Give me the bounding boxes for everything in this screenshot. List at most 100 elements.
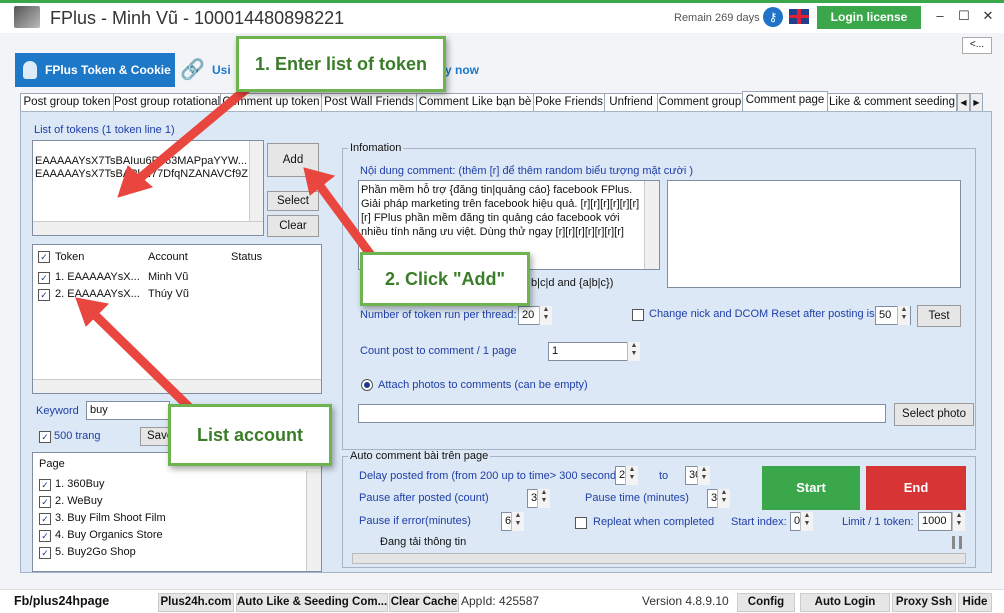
threads-spinner[interactable]: ▲ ▼ <box>539 306 552 325</box>
dcom-checkbox[interactable] <box>632 309 644 321</box>
page-2: 2. WeBuy <box>55 495 103 507</box>
login-license-button[interactable]: Login license <box>817 6 921 29</box>
repeat-checkbox[interactable] <box>575 517 587 529</box>
keyword-input[interactable]: buy <box>86 401 170 420</box>
page-vscroll[interactable] <box>306 471 321 571</box>
page-3: 3. Buy Film Shoot Film <box>55 512 166 524</box>
page-4-checkbox[interactable]: ✓ <box>39 530 51 542</box>
app-icon <box>14 6 40 28</box>
auto-like-seeding-link[interactable]: Auto Like & Seeding Com... <box>236 593 388 612</box>
row-1-account: Minh Vũ <box>148 271 189 283</box>
tokens-textarea[interactable]: EAAAAAYsX7TsBAIuu6P963MAPpaYYW... EAAAAA… <box>32 140 264 236</box>
comment-line-2: Giải pháp marketing trên facebook hiệu q… <box>361 198 640 210</box>
pause-after-spinner[interactable]: ▲ ▼ <box>537 489 550 508</box>
key-icon[interactable]: ⚷ <box>763 7 783 27</box>
tab-post-group-rotational[interactable]: Post group rotational <box>113 93 221 112</box>
uk-flag-icon[interactable] <box>789 9 809 24</box>
row-2-checkbox[interactable]: ✓ <box>38 289 50 301</box>
fb-page-link[interactable]: Fb/plus24hpage <box>14 593 109 610</box>
tab-poke-friends[interactable]: Poke Friends <box>533 93 605 112</box>
limit-spinner[interactable]: ▲ ▼ <box>952 512 965 531</box>
comment-line-3: [r] FPlus phần mềm đăng tin quảng cáo fa… <box>361 212 620 224</box>
loading-text: Đang tải thông tin <box>380 536 467 548</box>
page-5: 5. Buy2Go Shop <box>55 546 136 558</box>
information-label: Infomation <box>348 142 404 154</box>
page-4: 4. Buy Organics Store <box>55 529 163 541</box>
tab-unfriend[interactable]: Unfriend <box>604 93 658 112</box>
remain-days: Remain 269 days <box>674 12 760 24</box>
clear-button[interactable]: Clear <box>267 215 319 237</box>
pages-500-checkbox[interactable]: ✓ <box>39 431 51 443</box>
account-list[interactable]: ✓ Token Account Status ✓ 1. EAAAAAYsX...… <box>32 244 322 394</box>
version: Version 4.8.9.10 <box>642 594 729 608</box>
comment-line-1: Phần mềm hỗ trợ {đăng tin|quảng cáo} fac… <box>361 184 633 196</box>
attach-radio[interactable] <box>361 379 373 391</box>
page-2-checkbox[interactable]: ✓ <box>39 496 51 508</box>
tokens-label: List of tokens (1 token line 1) <box>34 124 175 136</box>
dcom-spinner[interactable]: ▲ ▼ <box>897 306 910 325</box>
comment-preview[interactable] <box>667 180 961 288</box>
threads-label: Number of token run per thread: <box>360 309 517 321</box>
pause-icon[interactable] <box>952 536 962 549</box>
delay-label: Delay posted from (from 200 up to time> … <box>359 470 626 482</box>
to-label: to <box>659 470 669 482</box>
tokens-vscroll[interactable] <box>249 141 263 221</box>
pause-time-spinner[interactable]: ▲ ▼ <box>717 489 730 508</box>
tab-post-wall-friends[interactable]: Post Wall Friends <box>321 93 417 112</box>
minimize-button[interactable]: – <box>930 6 950 26</box>
delay-to-spinner[interactable]: ▲ ▼ <box>697 466 710 485</box>
pause-after-label: Pause after posted (count) <box>359 492 489 504</box>
fplus-token-cookie-tab[interactable]: FPlus Token & Cookie <box>15 53 175 87</box>
count-label: Count post to comment / 1 page <box>360 345 517 357</box>
close-button[interactable]: ✕ <box>978 6 998 26</box>
tab-comment-page[interactable]: Comment page <box>742 91 828 111</box>
comment-vscroll[interactable] <box>644 181 659 269</box>
test-button[interactable]: Test <box>917 305 961 327</box>
limit-input[interactable]: 1000 <box>918 512 952 531</box>
plus24h-link[interactable]: Plus24h.com <box>158 593 234 612</box>
page-3-checkbox[interactable]: ✓ <box>39 513 51 525</box>
repeat-label: Repleat when completed <box>593 516 715 528</box>
tabs-scroll-left[interactable]: ◀ <box>957 93 970 112</box>
using-tab-partial[interactable]: Usi <box>212 63 231 77</box>
pause-error-spinner[interactable]: ▲ ▼ <box>511 512 524 531</box>
count-spinner[interactable]: ▲ ▼ <box>627 342 640 361</box>
page-list[interactable]: Page ✓ 1. 360Buy ✓ 2. WeBuy ✓ 3. Buy Fil… <box>32 452 322 572</box>
add-button[interactable]: Add <box>267 143 319 177</box>
tab-like-comment-seeding[interactable]: Like & comment seeding <box>827 93 957 112</box>
clear-cache-button[interactable]: Clear Cache <box>389 593 459 612</box>
select-button[interactable]: Select <box>267 191 319 211</box>
callout-enter-tokens: 1. Enter list of token <box>236 36 446 92</box>
maximize-button[interactable]: ☐ <box>954 6 974 26</box>
page-1: 1. 360Buy <box>55 478 105 490</box>
select-photo-button[interactable]: Select photo <box>894 403 974 426</box>
proxy-ssh-button[interactable]: Proxy Ssh <box>892 593 956 612</box>
tab-comment-like-friends[interactable]: Comment Like bạn bè <box>416 93 534 112</box>
spin-hint: b|c|d and {a|b|c}) <box>531 277 614 289</box>
status-bar: Fb/plus24hpage Plus24h.com Auto Like & S… <box>0 589 1004 613</box>
tab-post-group-token[interactable]: Post group token <box>20 93 114 112</box>
hide-button[interactable]: Hide <box>958 593 992 612</box>
photo-path-input[interactable] <box>358 404 886 423</box>
end-button[interactable]: End <box>866 466 966 510</box>
tab-comment-group[interactable]: Comment group <box>657 93 743 112</box>
col-account: Account <box>148 251 188 263</box>
page-5-checkbox[interactable]: ✓ <box>39 547 51 559</box>
start-index-spinner[interactable]: ▲ ▼ <box>800 512 813 531</box>
delay-from-spinner[interactable]: ▲ ▼ <box>625 466 638 485</box>
row-1-checkbox[interactable]: ✓ <box>38 272 50 284</box>
start-button[interactable]: Start <box>762 466 860 510</box>
auto-login-button[interactable]: Auto Login <box>800 593 890 612</box>
account-hscroll[interactable] <box>33 379 321 393</box>
comment-label: Nội dung comment: (thêm [r] để thêm rand… <box>360 165 694 177</box>
config-button[interactable]: Config <box>737 593 795 612</box>
tab-comment-up-token[interactable]: Comment up token <box>220 93 322 112</box>
back-button[interactable]: <... <box>962 37 992 54</box>
attach-radio-dot <box>364 382 370 388</box>
page-1-checkbox[interactable]: ✓ <box>39 479 51 491</box>
tokens-hscroll[interactable] <box>33 221 263 235</box>
buy-now-partial[interactable]: y now <box>445 63 479 77</box>
tabs-scroll-right[interactable]: ▶ <box>970 93 983 112</box>
select-all-checkbox[interactable]: ✓ <box>38 251 50 263</box>
link-icon[interactable]: 🔗 <box>180 59 205 81</box>
